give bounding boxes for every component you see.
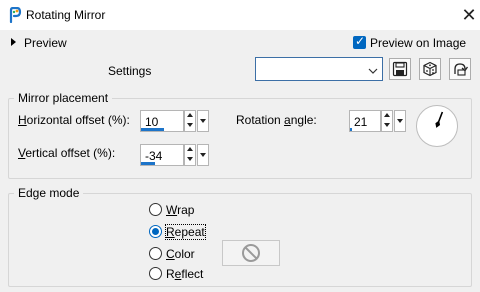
vertical-offset-bar <box>141 162 155 165</box>
angle-dial[interactable] <box>415 104 459 148</box>
expand-arrow-icon[interactable] <box>11 38 16 46</box>
spin-down-icon <box>187 123 193 127</box>
close-button[interactable]: ✕ <box>456 2 480 28</box>
color-radio[interactable] <box>149 247 162 260</box>
repeat-label: Repeat <box>165 224 206 240</box>
rotation-angle-label: Rotation angle: <box>236 113 317 127</box>
spin-down-icon <box>187 157 193 161</box>
close-icon: ✕ <box>461 5 477 25</box>
mirror-placement-title: Mirror placement <box>14 91 113 105</box>
rotation-angle-spinner[interactable] <box>381 110 393 132</box>
settings-preset-combo[interactable] <box>255 57 383 81</box>
chevron-down-icon[interactable] <box>368 64 378 74</box>
repeat-radio[interactable] <box>149 225 162 238</box>
spin-up-icon <box>187 113 193 117</box>
window-title: Rotating Mirror <box>26 8 106 22</box>
horizontal-offset-label: Horizontal offset (%): <box>18 113 130 127</box>
checkmark-icon: ✓ <box>355 34 366 48</box>
wrap-label: Wrap <box>166 203 195 217</box>
dice-icon <box>423 61 437 77</box>
rotation-angle-dropdown[interactable] <box>394 110 406 132</box>
horizontal-offset-value: 10 <box>145 115 159 129</box>
reflect-label: Reflect <box>166 267 204 281</box>
spin-down-icon <box>384 123 390 127</box>
chevron-down-icon <box>200 119 206 123</box>
chevron-down-icon <box>200 153 206 157</box>
horizontal-offset-input[interactable]: 10 <box>140 110 184 132</box>
save-preset-button[interactable] <box>389 58 411 80</box>
rotation-angle-value: 21 <box>354 115 368 129</box>
settings-label: Settings <box>108 64 152 78</box>
preview-on-image-checkbox[interactable]: ✓ <box>353 34 366 49</box>
randomize-button[interactable] <box>419 58 441 80</box>
vertical-offset-dropdown[interactable] <box>197 144 209 166</box>
rotation-angle-bar <box>350 128 352 131</box>
preview-toggle[interactable]: Preview <box>24 36 67 50</box>
app-icon <box>8 6 22 24</box>
rotation-angle-input[interactable]: 21 <box>349 110 381 132</box>
preview-on-image-label[interactable]: Preview on Image <box>370 36 466 50</box>
vertical-offset-spinner[interactable] <box>184 144 196 166</box>
save-icon <box>392 61 408 77</box>
vertical-offset-label: Vertical offset (%): <box>18 146 116 160</box>
vertical-offset-value: -34 <box>145 149 163 163</box>
disabled-icon <box>242 244 260 262</box>
vertical-offset-input[interactable]: -34 <box>140 144 184 166</box>
reset-icon <box>454 63 468 76</box>
reset-button[interactable] <box>449 58 471 80</box>
horizontal-offset-spinner[interactable] <box>184 110 196 132</box>
horizontal-offset-bar <box>141 128 165 131</box>
color-label: Color <box>166 247 195 261</box>
reflect-radio[interactable] <box>149 267 162 280</box>
spin-up-icon <box>384 113 390 117</box>
chevron-down-icon <box>397 119 403 123</box>
edge-color-swatch[interactable] <box>222 240 280 266</box>
spin-up-icon <box>187 147 193 151</box>
horizontal-offset-dropdown[interactable] <box>197 110 209 132</box>
edge-mode-title: Edge mode <box>14 186 84 200</box>
wrap-radio[interactable] <box>149 203 162 216</box>
